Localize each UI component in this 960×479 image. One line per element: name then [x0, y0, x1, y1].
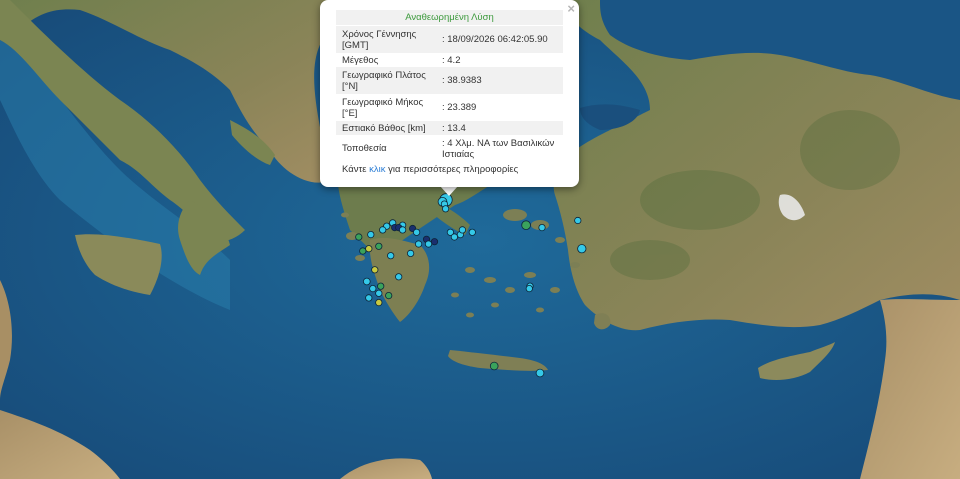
- earthquake-popup: × Αναθεωρημένη Λύση Χρόνος Γέννησης [GMT…: [320, 0, 579, 187]
- earthquake-marker[interactable]: [577, 244, 587, 254]
- earthquake-marker[interactable]: [441, 205, 450, 213]
- label-origin-time: Χρόνος Γέννησης [GMT]: [336, 26, 439, 53]
- label-latitude: Γεωγραφικό Πλάτος [°N]: [336, 67, 439, 94]
- label-longitude: Γεωγραφικό Μήκος [°E]: [342, 96, 424, 119]
- popup-tip: [440, 186, 458, 196]
- row-longitude: Γεωγραφικό Μήκος [°E] : 23.389: [336, 94, 563, 121]
- close-icon[interactable]: ×: [567, 2, 575, 16]
- earthquake-marker[interactable]: [371, 266, 379, 274]
- row-depth: Εστιακό Βάθος [km] : 13.4: [336, 121, 563, 135]
- row-latitude: Γεωγραφικό Πλάτος [°N] : 38.9383: [336, 67, 563, 94]
- label-location: Τοποθεσία: [342, 143, 387, 154]
- value-location: : 4 Χλμ. ΝΑ των Βασιλικών Ιστιαίας: [442, 137, 555, 160]
- value-origin-time: : 18/09/2026 06:42:05.90: [439, 26, 563, 53]
- earthquake-marker[interactable]: [458, 226, 466, 234]
- earthquake-marker[interactable]: [387, 252, 395, 260]
- earthquake-marker[interactable]: [379, 226, 387, 234]
- earthquake-marker[interactable]: [365, 245, 373, 253]
- earthquake-marker[interactable]: [395, 273, 403, 281]
- label-depth: Εστιακό Βάθος [km]: [336, 121, 439, 135]
- label-magnitude: Μέγεθος: [342, 54, 379, 66]
- more-info-line: Κάντε κλικ για περισσότερες πληροφορίες: [342, 164, 518, 175]
- earthquake-marker[interactable]: [355, 233, 363, 241]
- earthquake-marker[interactable]: [521, 220, 531, 231]
- earthquake-marker[interactable]: [369, 284, 377, 293]
- earthquake-marker[interactable]: [375, 242, 383, 250]
- row-location: Τοποθεσία : 4 Χλμ. ΝΑ των Βασιλικών Ιστι…: [336, 135, 563, 162]
- earthquake-marker[interactable]: [406, 249, 415, 257]
- row-magnitude: Μέγεθος : 4.2: [336, 53, 563, 67]
- earthquake-marker[interactable]: [362, 277, 371, 286]
- row-origin-time: Χρόνος Γέννησης [GMT] : 18/09/2026 06:42…: [336, 26, 563, 53]
- earthquake-marker[interactable]: [365, 294, 373, 302]
- earthquake-marker[interactable]: [468, 228, 476, 236]
- earthquake-marker[interactable]: [535, 368, 545, 378]
- earthquake-marker[interactable]: [398, 226, 407, 234]
- popup-info-table: Χρόνος Γέννησης [GMT] : 18/09/2026 06:42…: [336, 26, 563, 162]
- value-longitude: : 23.389: [442, 102, 477, 113]
- earthquake-marker[interactable]: [489, 361, 499, 371]
- earthquake-marker[interactable]: [450, 233, 458, 241]
- value-magnitude: : 4.2: [442, 54, 461, 66]
- earthquake-marker[interactable]: [414, 240, 423, 248]
- more-suffix: για περισσότερες πληροφορίες: [388, 164, 519, 175]
- popup-title: Αναθεωρημένη Λύση: [336, 10, 563, 25]
- value-latitude: : 38.9383: [439, 67, 563, 94]
- earthquake-marker[interactable]: [359, 247, 367, 255]
- earthquake-marker[interactable]: [412, 228, 421, 236]
- earthquake-marker[interactable]: [385, 291, 393, 300]
- earthquake-marker[interactable]: [367, 231, 375, 239]
- earthquake-marker[interactable]: [375, 298, 383, 307]
- value-depth: : 13.4: [439, 121, 563, 135]
- earthquake-marker[interactable]: [538, 224, 546, 232]
- earthquake-marker[interactable]: [430, 238, 439, 246]
- earthquake-marker[interactable]: [377, 282, 385, 290]
- more-info-link[interactable]: κλικ: [369, 164, 385, 175]
- earthquake-marker[interactable]: [574, 216, 582, 225]
- earthquake-marker[interactable]: [424, 240, 433, 248]
- more-prefix: Κάντε: [342, 164, 367, 175]
- earthquake-marker[interactable]: [375, 289, 383, 297]
- earthquake-marker[interactable]: [525, 284, 533, 293]
